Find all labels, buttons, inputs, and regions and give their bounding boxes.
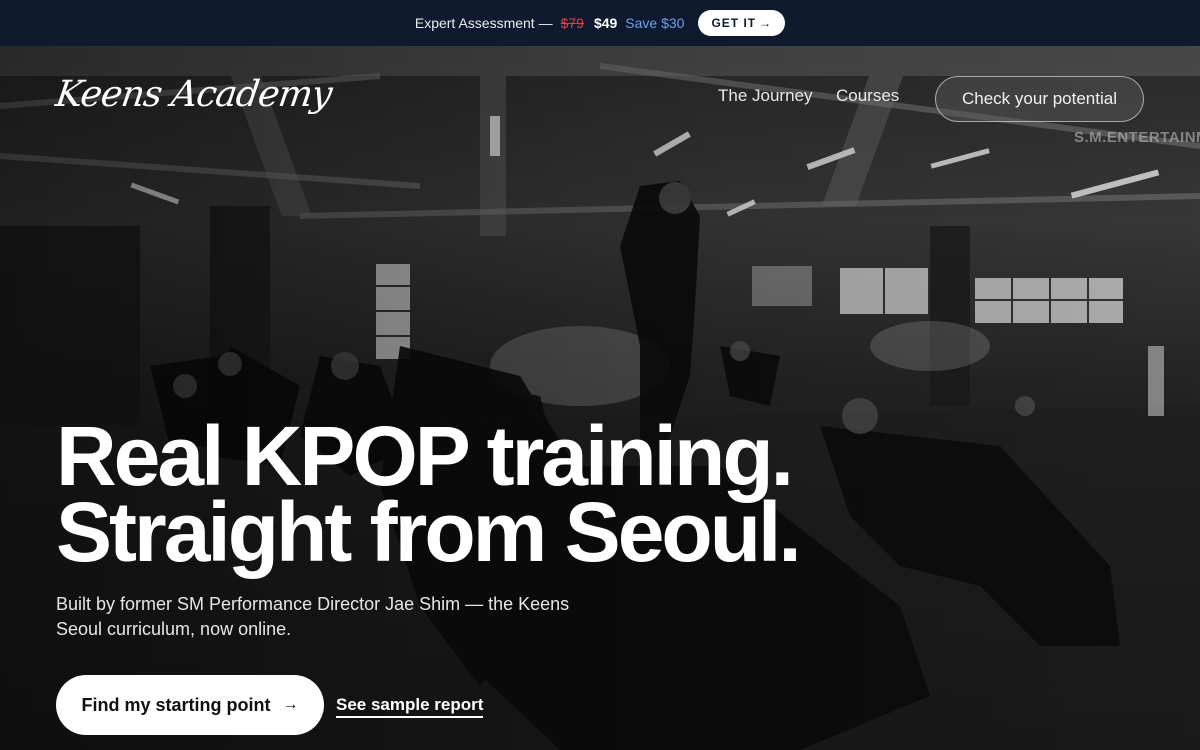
arrow-right-icon: → [282,696,299,713]
check-potential-button[interactable]: Check your potential [935,76,1144,122]
promo-label: Expert Assessment — [414,15,553,31]
hero-overlay [0,46,1200,750]
arrow-right-icon: → [759,16,773,30]
hero-headline-line-2: Straight from Seoul. [56,485,802,579]
hero-headline-line-1: Real KPOP training. [56,409,794,503]
logo[interactable]: Keens Academy [53,74,334,115]
hero-watermark: S.M.ENTERTAINM [1074,129,1200,146]
nav-link-courses[interactable]: Courses [836,86,899,106]
hero-subtitle: Built by former SM Performance Director … [56,594,570,639]
promo-new-price: $49 [593,15,618,31]
hero-section: S.M.ENTERTAINM Keens Academy The Journey… [0,46,1200,750]
nav-link-the-journey[interactable]: The Journey [718,86,813,106]
promo-bar: Expert Assessment — $79 $49 Save $30 GET… [0,0,1200,46]
promo-save-text: Save $30 [625,15,685,31]
hero-headline: Real KPOP training. Straight from Seoul. [56,409,802,579]
see-sample-report-link[interactable]: See sample report [336,695,484,718]
get-it-label: GET IT [711,16,757,30]
get-it-button[interactable]: GET IT → [698,10,786,36]
promo-old-price: $79 [560,15,584,31]
find-starting-point-button[interactable]: Find my starting point → [56,675,324,735]
find-starting-point-label: Find my starting point [81,694,271,715]
